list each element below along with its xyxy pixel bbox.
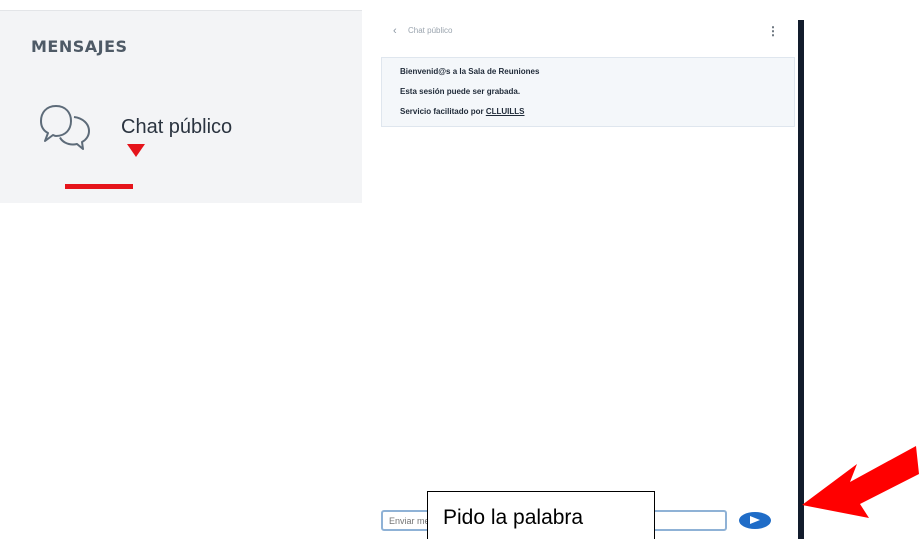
welcome-line-3: Servicio facilitado por CLLUILLS: [400, 107, 524, 116]
public-chat-label: Chat público: [121, 116, 233, 138]
messages-panel: MENSAJES Chat público: [0, 10, 362, 203]
red-annotation-arrow-icon: [802, 446, 919, 518]
service-link[interactable]: CLLUILLS: [486, 107, 525, 116]
public-chat-item[interactable]: Chat público: [38, 103, 268, 159]
red-marker-triangle: [127, 144, 145, 157]
welcome-line-2: Esta sesión puede ser grabada.: [400, 87, 521, 96]
welcome-line-1: Bienvenid@s a la Sala de Reuniones: [400, 67, 540, 76]
page: MENSAJES Chat público ‹ Chat público ⋮ B…: [0, 0, 919, 539]
welcome-message: Bienvenid@s a la Sala de Reuniones Esta …: [381, 57, 795, 127]
messages-section-title: MENSAJES: [31, 37, 128, 56]
public-chat-panel: ‹ Chat público ⋮ Bienvenid@s a la Sala d…: [373, 12, 798, 539]
more-options-icon[interactable]: ⋮: [767, 24, 779, 38]
chat-header: ‹ Chat público ⋮: [373, 12, 798, 48]
annotation-callout: Pido la palabra: [427, 491, 655, 539]
send-arrow-icon: [750, 516, 760, 524]
chat-header-title[interactable]: Chat público: [408, 26, 452, 35]
callout-text: Pido la palabra: [443, 506, 584, 529]
chat-bubbles-icon: [40, 105, 90, 150]
back-chevron-icon[interactable]: ‹: [393, 25, 397, 37]
red-marker-underline: [65, 184, 133, 189]
send-button[interactable]: [739, 512, 771, 529]
welcome-line-3-prefix: Servicio facilitado por: [400, 107, 486, 116]
